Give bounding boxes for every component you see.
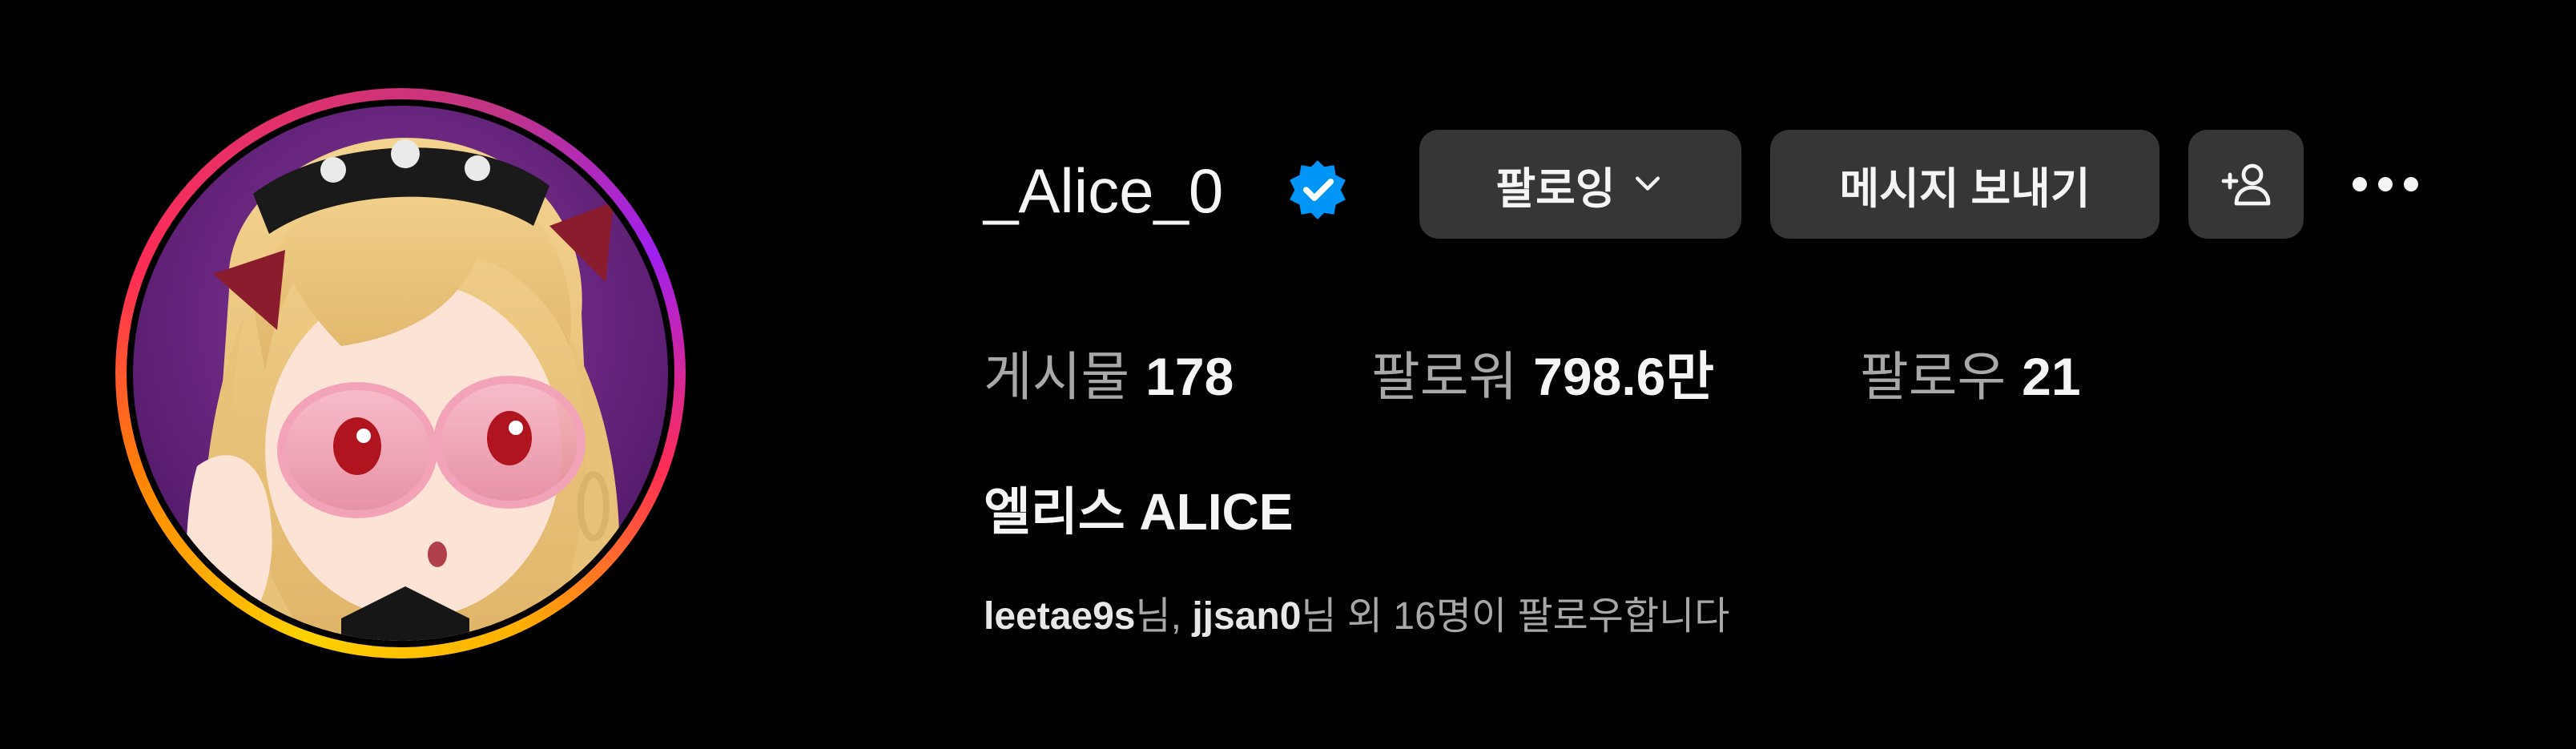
avatar-illustration: [133, 106, 668, 641]
send-message-button[interactable]: 메시지 보내기: [1770, 130, 2159, 239]
following-button-label: 팔로잉: [1495, 164, 1616, 213]
followed-by-user-1[interactable]: leetae9s: [984, 595, 1136, 638]
more-horizontal-icon[interactable]: [2345, 152, 2425, 216]
avatar[interactable]: [133, 106, 668, 641]
verified-badge-icon: [1290, 160, 1346, 219]
stat-followers[interactable]: 팔로워 798.6만: [1371, 336, 1714, 417]
following-button[interactable]: 팔로잉: [1419, 130, 1741, 239]
stat-following-label: 팔로우: [1860, 347, 2006, 406]
followed-by-suffix-1: 님,: [1135, 595, 1193, 638]
username: _Alice_0: [984, 155, 1224, 226]
stat-following[interactable]: 팔로우 21: [1860, 336, 2081, 417]
followed-by-user-2[interactable]: jjsan0: [1192, 595, 1301, 638]
display-name: 엘리스 ALICE: [984, 483, 1294, 541]
avatar-gap: [127, 99, 674, 647]
suggest-people-button[interactable]: [2188, 130, 2304, 239]
stat-following-value: 21: [2022, 347, 2081, 406]
stat-posts: 게시물 178: [984, 336, 1234, 417]
chevron-down-icon: [1635, 176, 1660, 191]
followed-by[interactable]: leetae9s님, jjsan0님 외 16명이 팔로우합니다: [984, 585, 1729, 649]
stat-followers-value: 798.6만: [1533, 347, 1715, 406]
stat-posts-value: 178: [1145, 347, 1234, 406]
add-person-icon: [2221, 163, 2271, 206]
stat-posts-label: 게시물: [984, 347, 1130, 406]
stat-followers-label: 팔로워: [1371, 347, 1518, 406]
followed-by-suffix-2: 님 외 16명이 팔로우합니다: [1301, 595, 1730, 638]
story-ring[interactable]: [115, 88, 686, 658]
